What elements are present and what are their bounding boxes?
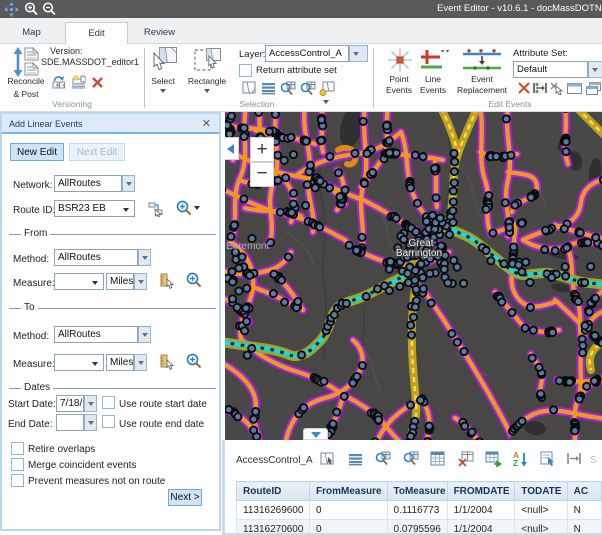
svg-text:Egremont: Egremont xyxy=(226,241,270,252)
svg-text:Barrington: Barrington xyxy=(396,248,442,259)
svg-text:Z: Z xyxy=(513,459,518,467)
